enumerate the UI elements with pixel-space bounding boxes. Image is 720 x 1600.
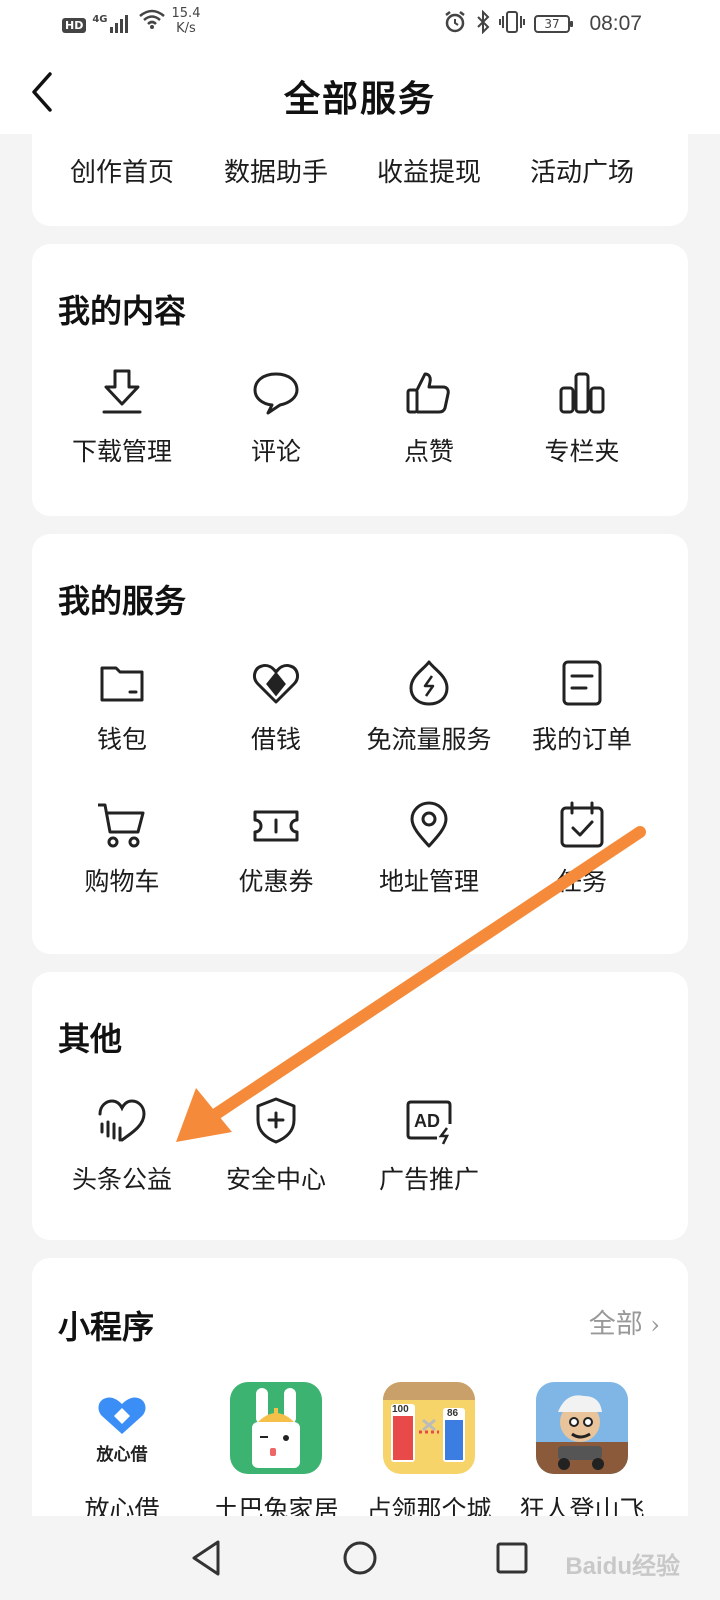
wallet-icon	[100, 666, 144, 702]
link-earnings-withdraw[interactable]: 收益提现	[347, 152, 511, 189]
view-all-link[interactable]: 全部 ›	[589, 1302, 660, 1341]
battery-indicator: 37	[534, 15, 573, 33]
service-download-manage[interactable]: 下载管理	[40, 368, 204, 468]
item-label: 免流量服务	[366, 725, 492, 754]
location-icon	[410, 801, 448, 848]
network-speed: 15.4 K/s	[172, 6, 201, 36]
item-label: 钱包	[96, 725, 147, 754]
section-title-my-content: 我的内容	[58, 292, 187, 330]
system-nav-bar: Baidu经验	[0, 1516, 720, 1600]
item-label: 专栏夹	[544, 437, 620, 466]
comment-icon	[253, 372, 299, 415]
item-label: 评论	[250, 437, 301, 466]
speed-value: 15.4	[171, 6, 201, 21]
item-label: 广告推广	[378, 1165, 479, 1194]
fangxinjie-logo-icon: 放心借	[76, 1382, 168, 1474]
page-header: 全部服务	[0, 50, 720, 134]
thumbs-up-icon	[406, 372, 450, 414]
mini-programs-card: 小程序 全部 › 放心借 放心借 土巴兔家居 100 86 占领那个城 狂人登山…	[32, 1258, 688, 1558]
signal-icon: 4G	[92, 14, 131, 34]
section-title-other: 其他	[58, 1020, 123, 1058]
service-address-manage[interactable]: 地址管理	[347, 800, 511, 898]
circle-home-icon	[343, 1541, 377, 1575]
speed-unit: K/s	[176, 21, 196, 36]
nav-home-button[interactable]	[338, 1536, 382, 1580]
clock: 08:07	[589, 12, 642, 35]
item-label: 购物车	[84, 867, 160, 896]
my-content-card: 我的内容 下载管理 评论 点赞 专栏夹	[32, 244, 688, 516]
service-wallet[interactable]: 钱包	[40, 658, 204, 756]
ad-icon: AD	[406, 1100, 452, 1145]
service-column-folder[interactable]: 专栏夹	[500, 368, 664, 468]
mini-program-zhanling[interactable]: 100 86 占领那个城	[347, 1382, 511, 1526]
download-icon	[102, 369, 142, 414]
mini-program-kuangren[interactable]: 狂人登山飞	[500, 1382, 664, 1526]
service-charity[interactable]: 头条公益	[40, 1096, 204, 1196]
item-label: 借钱	[250, 725, 301, 754]
cart-icon	[98, 803, 145, 848]
kuangren-game-icon	[536, 1382, 628, 1474]
column-folder-icon	[559, 372, 605, 414]
badge-left: 100	[392, 1404, 409, 1415]
page-title: 全部服务	[283, 78, 436, 120]
logo-text: 放心借	[96, 1445, 148, 1465]
svg-text:AD: AD	[414, 1111, 440, 1131]
item-label: 点赞	[403, 437, 454, 466]
link-data-assistant[interactable]: 数据助手	[194, 152, 358, 189]
security-shield-icon	[256, 1097, 296, 1144]
bluetooth-icon	[476, 9, 490, 38]
charity-heart-icon	[98, 1099, 146, 1142]
section-title-mini-programs: 小程序	[58, 1308, 155, 1346]
data-free-icon	[409, 660, 449, 706]
coupon-icon	[253, 810, 299, 842]
item-label: 安全中心	[225, 1165, 326, 1194]
square-recents-icon	[496, 1542, 528, 1574]
service-like[interactable]: 点赞	[347, 368, 511, 468]
service-data-free[interactable]: 免流量服务	[347, 658, 511, 756]
section-title-my-services: 我的服务	[58, 582, 187, 620]
tubatu-rabbit-icon	[230, 1382, 322, 1474]
status-bar: HD 4G 15.4 K/s 37 08:07	[0, 0, 720, 50]
service-ad-promotion[interactable]: AD 广告推广	[347, 1096, 511, 1196]
service-task[interactable]: 任务	[500, 800, 664, 898]
chevron-right-icon: ›	[642, 1311, 660, 1339]
alarm-icon	[443, 10, 467, 38]
link-activity-square[interactable]: 活动广场	[500, 152, 664, 189]
triangle-back-icon	[192, 1540, 220, 1576]
view-all-label: 全部	[588, 1309, 643, 1340]
badge-right: 86	[447, 1408, 459, 1419]
vibrate-icon	[499, 10, 525, 38]
service-coupon[interactable]: 优惠券	[194, 800, 358, 898]
creator-links-card: 创作首页 数据助手 收益提现 活动广场	[32, 134, 688, 226]
mini-program-fangxinjie[interactable]: 放心借 放心借	[40, 1382, 204, 1526]
item-label: 头条公益	[71, 1165, 172, 1194]
item-label: 我的订单	[531, 725, 632, 754]
wifi-icon	[138, 8, 166, 34]
my-services-card: 我的服务 钱包 借钱 免流量服务 我的订单 购物车 优惠券 地址管理 任务	[32, 534, 688, 954]
service-cart[interactable]: 购物车	[40, 800, 204, 898]
other-card: 其他 头条公益 安全中心 AD 广告推广	[32, 972, 688, 1240]
order-icon	[562, 660, 602, 706]
borrow-icon	[253, 664, 299, 704]
item-label: 任务	[556, 867, 607, 896]
service-security-center[interactable]: 安全中心	[194, 1096, 358, 1196]
item-label: 地址管理	[378, 867, 479, 896]
service-my-orders[interactable]: 我的订单	[500, 658, 664, 756]
zhanling-game-icon: 100 86	[383, 1382, 475, 1474]
network-type: 4G	[92, 14, 108, 25]
link-creation-home[interactable]: 创作首页	[40, 152, 204, 189]
task-calendar-icon	[560, 801, 604, 848]
hd-badge: HD	[62, 17, 87, 33]
nav-back-button[interactable]	[186, 1536, 230, 1580]
service-comment[interactable]: 评论	[194, 368, 358, 468]
item-label: 优惠券	[238, 867, 314, 896]
mini-program-tubatu[interactable]: 土巴兔家居	[194, 1382, 358, 1526]
nav-recents-button[interactable]	[490, 1536, 534, 1580]
baidu-jingyan-watermark: Baidu经验	[565, 1553, 680, 1580]
service-borrow[interactable]: 借钱	[194, 658, 358, 756]
item-label: 下载管理	[71, 437, 172, 466]
